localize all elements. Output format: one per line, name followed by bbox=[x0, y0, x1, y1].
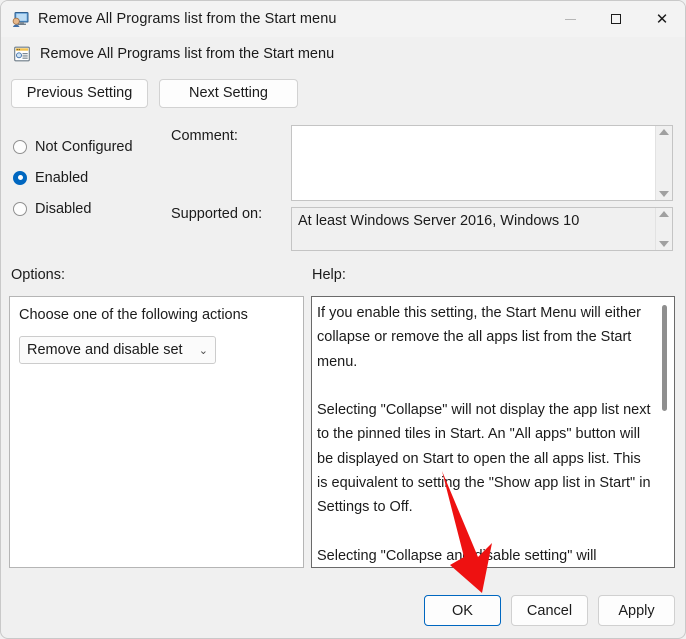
radio-not-configured-label: Not Configured bbox=[35, 139, 133, 155]
radio-disabled-label: Disabled bbox=[35, 201, 91, 217]
minimize-icon bbox=[565, 19, 576, 20]
maximize-button[interactable] bbox=[593, 1, 639, 37]
action-dropdown-value: Remove and disable set bbox=[27, 342, 195, 358]
radio-enabled[interactable]: Enabled bbox=[13, 162, 173, 193]
scroll-up-icon[interactable] bbox=[659, 211, 669, 217]
title-bar: Remove All Programs list from the Start … bbox=[1, 1, 685, 37]
options-caption: Choose one of the following actions bbox=[19, 307, 248, 323]
scroll-up-icon[interactable] bbox=[659, 129, 669, 135]
comment-value bbox=[292, 126, 655, 200]
policy-setting-icon bbox=[14, 46, 30, 62]
help-panel: If you enable this setting, the Start Me… bbox=[311, 296, 675, 568]
supported-on-label: Supported on: bbox=[171, 206, 262, 222]
screenshot-root: Remove All Programs list from the Start … bbox=[0, 0, 686, 639]
supported-on-scrollbar[interactable] bbox=[655, 208, 672, 250]
options-section-label: Options: bbox=[11, 267, 65, 283]
scroll-down-icon[interactable] bbox=[659, 191, 669, 197]
radio-disabled-mark bbox=[13, 202, 27, 216]
comment-label: Comment: bbox=[171, 128, 238, 144]
policy-header: Remove All Programs list from the Start … bbox=[14, 46, 334, 62]
policy-title: Remove All Programs list from the Start … bbox=[40, 46, 334, 62]
supported-on-field: At least Windows Server 2016, Windows 10 bbox=[291, 207, 673, 251]
window-controls: ✕ bbox=[547, 1, 685, 37]
comment-scrollbar[interactable] bbox=[655, 126, 672, 200]
help-section-label: Help: bbox=[312, 267, 346, 283]
navigation-buttons: Previous Setting Next Setting bbox=[11, 79, 298, 108]
radio-enabled-mark bbox=[13, 171, 27, 185]
action-dropdown[interactable]: Remove and disable set ⌄ bbox=[19, 336, 216, 364]
supported-on-value: At least Windows Server 2016, Windows 10 bbox=[292, 208, 655, 250]
next-setting-button[interactable]: Next Setting bbox=[159, 79, 298, 108]
window-title: Remove All Programs list from the Start … bbox=[38, 11, 337, 27]
group-policy-setting-dialog: Remove All Programs list from the Start … bbox=[0, 0, 686, 639]
dialog-footer: OK Cancel Apply bbox=[424, 595, 675, 626]
help-scrollbar-thumb[interactable] bbox=[662, 305, 667, 411]
computer-policy-icon bbox=[12, 11, 29, 28]
options-panel: Choose one of the following actions Remo… bbox=[9, 296, 304, 568]
ok-button[interactable]: OK bbox=[424, 595, 501, 626]
previous-setting-button[interactable]: Previous Setting bbox=[11, 79, 148, 108]
minimize-button[interactable] bbox=[547, 1, 593, 37]
apply-button[interactable]: Apply bbox=[598, 595, 675, 626]
radio-enabled-label: Enabled bbox=[35, 170, 88, 186]
radio-not-configured-mark bbox=[13, 140, 27, 154]
close-icon: ✕ bbox=[656, 12, 669, 27]
radio-disabled[interactable]: Disabled bbox=[13, 193, 173, 224]
radio-not-configured[interactable]: Not Configured bbox=[13, 131, 173, 162]
help-scrollbar[interactable] bbox=[657, 297, 674, 567]
close-button[interactable]: ✕ bbox=[639, 1, 685, 37]
help-text: If you enable this setting, the Start Me… bbox=[312, 297, 657, 567]
maximize-icon bbox=[611, 14, 621, 24]
cancel-button[interactable]: Cancel bbox=[511, 595, 588, 626]
comment-textarea[interactable] bbox=[291, 125, 673, 201]
policy-state-radio-group: Not Configured Enabled Disabled bbox=[13, 131, 173, 224]
chevron-down-icon: ⌄ bbox=[199, 344, 208, 357]
scroll-down-icon[interactable] bbox=[659, 241, 669, 247]
